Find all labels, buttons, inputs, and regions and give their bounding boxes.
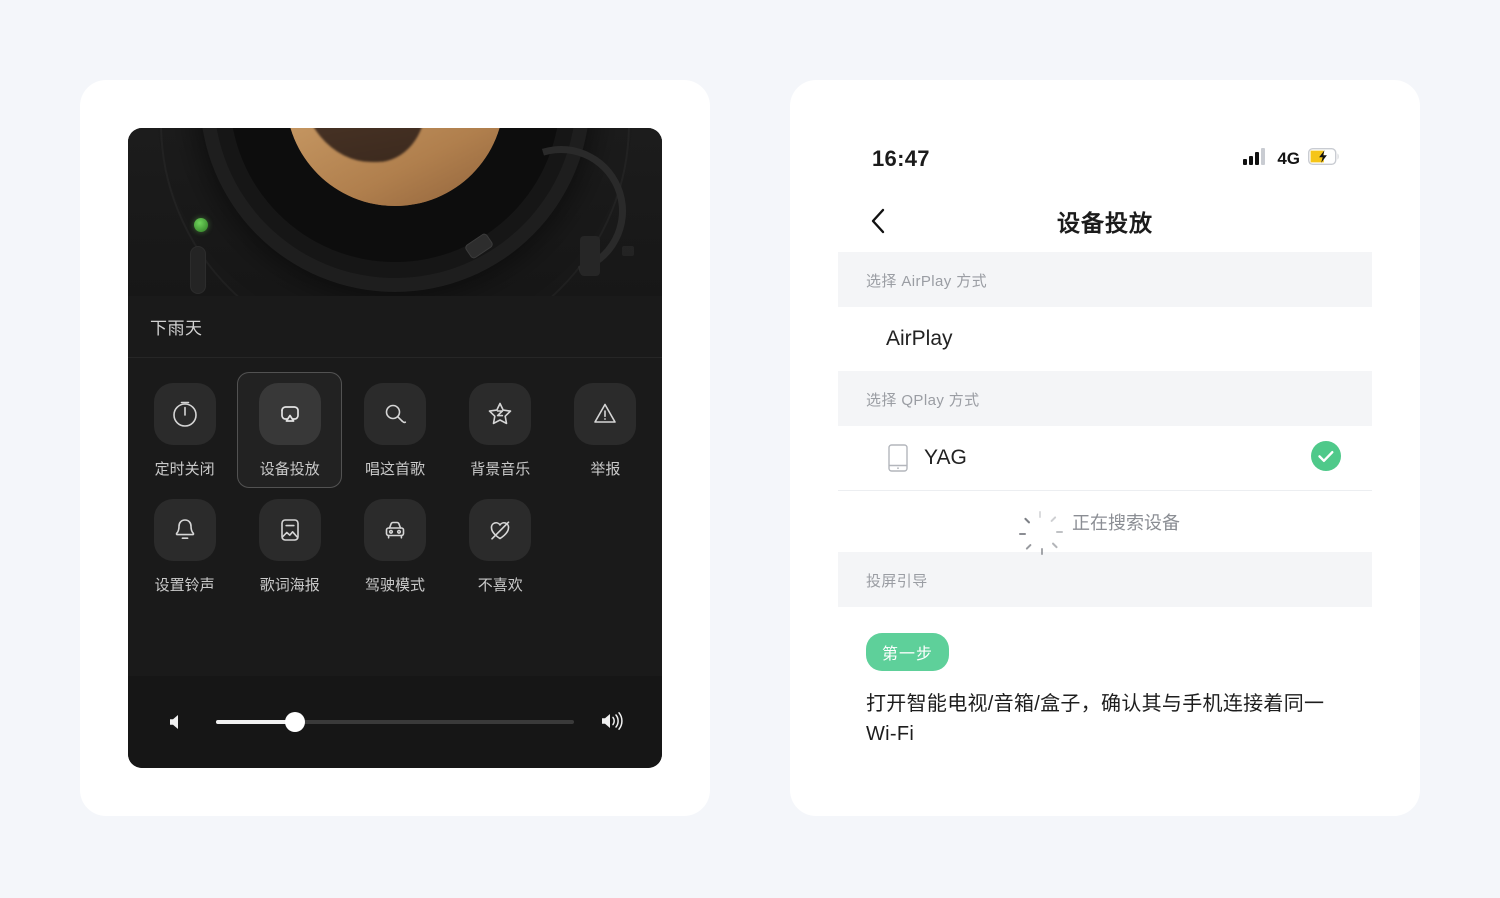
broken-heart-icon [469,499,532,561]
volume-slider-track[interactable] [216,712,574,732]
searching-devices-row: 正在搜索设备 [838,490,1372,555]
action-label: 背景音乐 [470,461,531,478]
poster-image-icon [258,499,321,561]
action-label: 定时关闭 [154,461,215,478]
action-report[interactable]: 举报 [553,372,658,488]
timer-icon [153,383,216,445]
status-bar: 16:47 4G [838,128,1372,190]
action-lyric-poster[interactable]: 歌词海报 [237,488,342,604]
action-label: 歌词海报 [259,577,320,594]
power-led-icon [194,218,208,232]
volume-control[interactable] [128,676,662,768]
action-background-music[interactable]: 背景音乐 [448,372,553,488]
report-warning-icon [574,383,637,445]
action-row-1: 定时关闭 设备投放 唱这首歌 背景音乐 举报 [132,372,658,488]
loading-spinner-icon [1019,510,1063,555]
action-label: 唱这首歌 [365,461,426,478]
action-grid: 定时关闭 设备投放 唱这首歌 背景音乐 举报 设置铃声 歌词海报 驾驶模式 不喜… [128,358,662,610]
volume-high-icon [598,710,628,734]
action-timer-off[interactable]: 定时关闭 [132,372,237,488]
bell-icon [153,499,216,561]
volume-slider-fill [216,720,295,724]
status-time: 16:47 [872,146,930,171]
action-device-cast[interactable]: 设备投放 [237,372,343,488]
cast-icon [258,383,321,445]
left-screenshot-card: 下雨天 定时关闭 设备投放 唱这首歌 背景音乐 举报 设置铃声 歌词海报 驾驶模… [80,80,710,816]
page-title: 设备投放 [1057,210,1153,236]
device-cast-screen: 16:47 4G 设备投放 选择 AirPlay 方式 AirPlay 选择 Q… [838,128,1372,770]
list-item-label: AirPlay [886,327,953,350]
album-artwork [128,128,662,296]
section-header-qplay: 选择 QPlay 方式 [838,371,1372,426]
tonearm-lever [190,246,206,294]
status-indicators: 4G [1243,147,1340,170]
action-label: 举报 [590,461,621,478]
action-driving-mode[interactable]: 驾驶模式 [342,488,447,604]
car-icon [364,499,426,561]
track-title-bar: 下雨天 [128,296,662,358]
list-item-yag[interactable]: YAG [838,426,1372,490]
step-description: 打开智能电视/音箱/盒子，确认其与手机连接着同一Wi-Fi [866,693,1325,745]
list-item-airplay[interactable]: AirPlay [838,307,1372,371]
side-switch [580,236,600,276]
action-label: 驾驶模式 [365,577,426,594]
action-label: 设备投放 [259,461,320,478]
nav-bar: 设备投放 [838,190,1372,252]
section-header-guide: 投屏引导 [838,552,1372,607]
panel-marking [622,246,634,256]
chevron-left-icon[interactable] [868,206,898,236]
battery-charging-icon [1307,147,1340,170]
action-dislike[interactable]: 不喜欢 [448,488,553,604]
action-label: 不喜欢 [477,577,523,594]
right-screenshot-card: 16:47 4G 设备投放 选择 AirPlay 方式 AirPlay 选择 Q… [790,80,1420,816]
list-item-label: YAG [924,446,967,469]
check-circle-icon [1310,440,1342,477]
sing-mic-icon [364,383,426,445]
action-row-2: 设置铃声 歌词海报 驾驶模式 不喜欢 [132,488,658,604]
volume-low-icon [162,711,192,733]
network-type-label: 4G [1277,149,1300,168]
music-player-more-panel: 下雨天 定时关闭 设备投放 唱这首歌 背景音乐 举报 设置铃声 歌词海报 驾驶模… [128,128,662,768]
step-badge: 第一步 [866,633,950,671]
artwork-photo [286,128,504,206]
track-title: 下雨天 [150,319,203,338]
searching-devices-label: 正在搜索设备 [1072,512,1180,533]
action-empty-slot [553,488,658,604]
device-phone-icon [886,444,910,472]
signal-bars-icon [1243,148,1269,170]
section-header-airplay: 选择 AirPlay 方式 [838,252,1372,307]
volume-slider-thumb[interactable] [284,712,305,732]
star-music-icon [469,383,532,445]
action-label: 设置铃声 [154,577,215,594]
action-set-ringtone[interactable]: 设置铃声 [132,488,237,604]
action-sing-this-song[interactable]: 唱这首歌 [342,372,447,488]
cast-guide-body: 第一步 打开智能电视/音箱/盒子，确认其与手机连接着同一Wi-Fi [838,607,1372,749]
